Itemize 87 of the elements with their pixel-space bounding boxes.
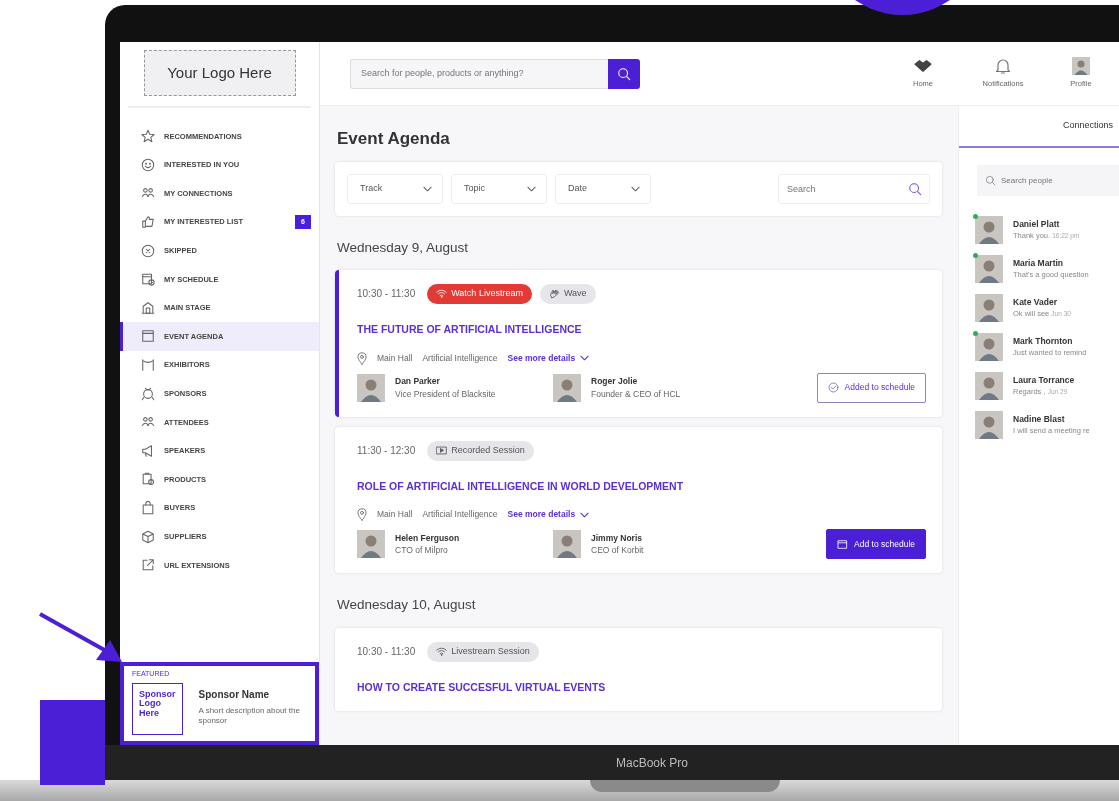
contact-name: Daniel Platt [1013,217,1061,231]
contact-avatar [975,410,1003,439]
contact-name: Mark Thornton [1013,334,1074,348]
building-icon [141,300,155,315]
session-title: THE FUTURE OF ARTIFICIAL INTELLIGENCE [357,321,583,337]
search-button[interactable] [608,58,640,89]
page-title: Event Agenda [337,128,451,150]
speaker-avatar [553,530,581,559]
location-pin-icon [357,508,367,522]
play-icon [436,445,448,456]
calendar-icon [141,329,155,344]
speaker-avatar [357,373,385,402]
sponsor-logo-text: Sponsor Logo Here [139,689,176,718]
speaker-avatar [553,373,581,402]
calendar-icon [837,538,849,550]
search-icon [617,66,631,81]
session-topic: Artificial Intelligence [422,508,498,522]
agenda-search-field[interactable]: Search [778,173,930,204]
device-label: MacBook Pro [616,754,688,772]
speaker-name: Jimmy Noris [591,531,644,545]
calendar-clock-icon [141,272,155,287]
contact-name: Maria Martin [1013,256,1065,270]
x-circle-icon [141,243,155,258]
speaker-avatar [357,530,385,559]
filter-dropdown[interactable]: Topic [451,173,547,204]
contact-avatar [975,254,1003,283]
people-search-field[interactable]: Search people [977,165,1119,196]
speaker-name: Helen Ferguson [395,531,460,545]
contact-avatar [975,215,1003,244]
session-time: 10:30 - 11:30 [357,645,416,659]
speaker-role: Vice President of Blacksite [395,387,496,401]
search-icon [908,181,922,196]
global-search-field[interactable]: Search for people, products or anything? [350,58,608,89]
contact-avatar [975,371,1003,400]
check-circle-icon [827,382,839,393]
megaphone-icon [141,443,155,458]
session-topic: Artificial Intelligence [422,351,498,365]
session-title: ROLE OF ARTIFICIAL INTELLIGENCE IN WORLD DEVELOPMENT [357,478,685,494]
smiley-icon [141,157,155,172]
added-to-schedule-button[interactable]: Added to schedule [816,372,926,403]
wifi-icon [436,646,448,657]
chevron-down-icon [580,511,590,518]
wifi-icon [436,288,448,300]
chevron-down-icon [527,185,536,192]
session-location: Main Hall [377,508,413,522]
star-icon [141,129,155,144]
contact-name: Nadine Blast [1013,412,1066,426]
wave-button[interactable]: Wave [539,283,596,304]
contact-name: Kate Vader [1013,295,1058,309]
chevron-down-icon [423,185,432,192]
session-time: 10:30 - 11:30 [357,287,416,302]
box-icon [141,529,155,544]
location-pin-icon [357,351,367,365]
date-heading: Wednesday 10, August [337,596,477,615]
thumbs-up-icon [141,215,155,230]
speaker-role: CEO of Korbit [591,544,644,557]
session-location: Main Hall [377,351,413,365]
see-more-details-link[interactable]: See more details [507,351,590,365]
date-heading: Wednesday 9, August [337,238,470,257]
speaker-name: Roger Jolie [591,374,639,388]
shopping-bag-icon [141,501,155,515]
search-icon [985,175,996,186]
profile-avatar [1072,57,1090,76]
session-type-tag: Recorded Session [427,440,534,461]
gate-icon [141,358,155,373]
bell-icon [994,57,1012,76]
sponsor-description: A short description about the sponsor [198,706,301,726]
contact-avatar [975,293,1003,322]
session-type-tag: Livestream Session [427,641,539,662]
add-to-schedule-button[interactable]: Add to schedule [826,529,926,560]
sponsor-name: Sponsor Name [198,688,271,702]
session-time: 11:30 - 12:30 [357,444,416,458]
filter-dropdown[interactable]: Date [555,173,651,204]
see-more-details-link[interactable]: See more details [507,508,590,522]
watch-livestream-button[interactable]: Watch Livestream [427,283,532,304]
chevron-down-icon [631,185,640,192]
speaker-role: CTO of Milpro [395,544,449,557]
speaker-role: Founder & CEO of HCL [591,387,681,401]
session-title: HOW TO CREATE SUCCESFUL VIRTUAL EVENTS [357,679,607,695]
contact-name: Laura Torrance [1013,373,1075,387]
filter-dropdown[interactable]: Track [347,173,443,204]
contact-avatar [975,332,1003,361]
logo-placeholder-text: Your Logo Here [167,62,272,83]
external-link-icon [141,558,155,573]
chevron-down-icon [580,355,590,361]
speaker-name: Dan Parker [395,374,441,388]
clipboard-icon [141,472,155,487]
